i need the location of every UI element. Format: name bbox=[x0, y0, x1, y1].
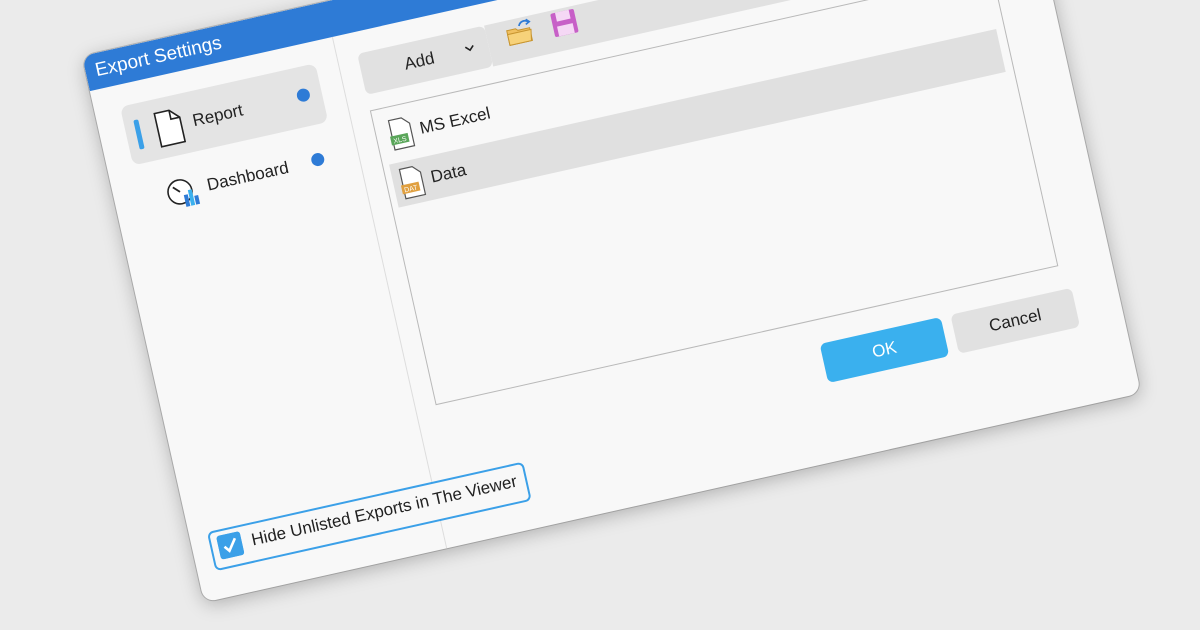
save-icon[interactable] bbox=[547, 5, 583, 41]
active-indicator bbox=[133, 119, 145, 150]
dat-file-icon: DAT bbox=[398, 166, 427, 200]
list-item-label: Data bbox=[428, 160, 468, 187]
checkbox-checked-icon[interactable] bbox=[216, 531, 245, 560]
status-dot bbox=[310, 151, 326, 168]
add-button[interactable]: Add bbox=[357, 25, 494, 95]
dashboard-icon bbox=[167, 179, 201, 207]
sidebar-item-label: Dashboard bbox=[205, 157, 291, 195]
open-folder-icon[interactable] bbox=[502, 15, 538, 51]
export-settings-dialog: Export Settings Report Dashboard Add XLS… bbox=[82, 0, 1142, 603]
list-item-label: MS Excel bbox=[417, 103, 493, 138]
main-panel: Add XLS MS Excel DAT Data OK Cancel bbox=[333, 0, 1141, 548]
cancel-button[interactable]: Cancel bbox=[950, 287, 1081, 354]
xls-file-icon: XLS bbox=[387, 117, 416, 151]
add-button-label: Add bbox=[402, 48, 437, 74]
chevron-down-icon bbox=[464, 44, 474, 52]
ok-button[interactable]: OK bbox=[819, 316, 950, 384]
sidebar-item-label: Report bbox=[190, 100, 245, 131]
document-icon bbox=[153, 109, 187, 148]
status-dot bbox=[295, 87, 312, 103]
